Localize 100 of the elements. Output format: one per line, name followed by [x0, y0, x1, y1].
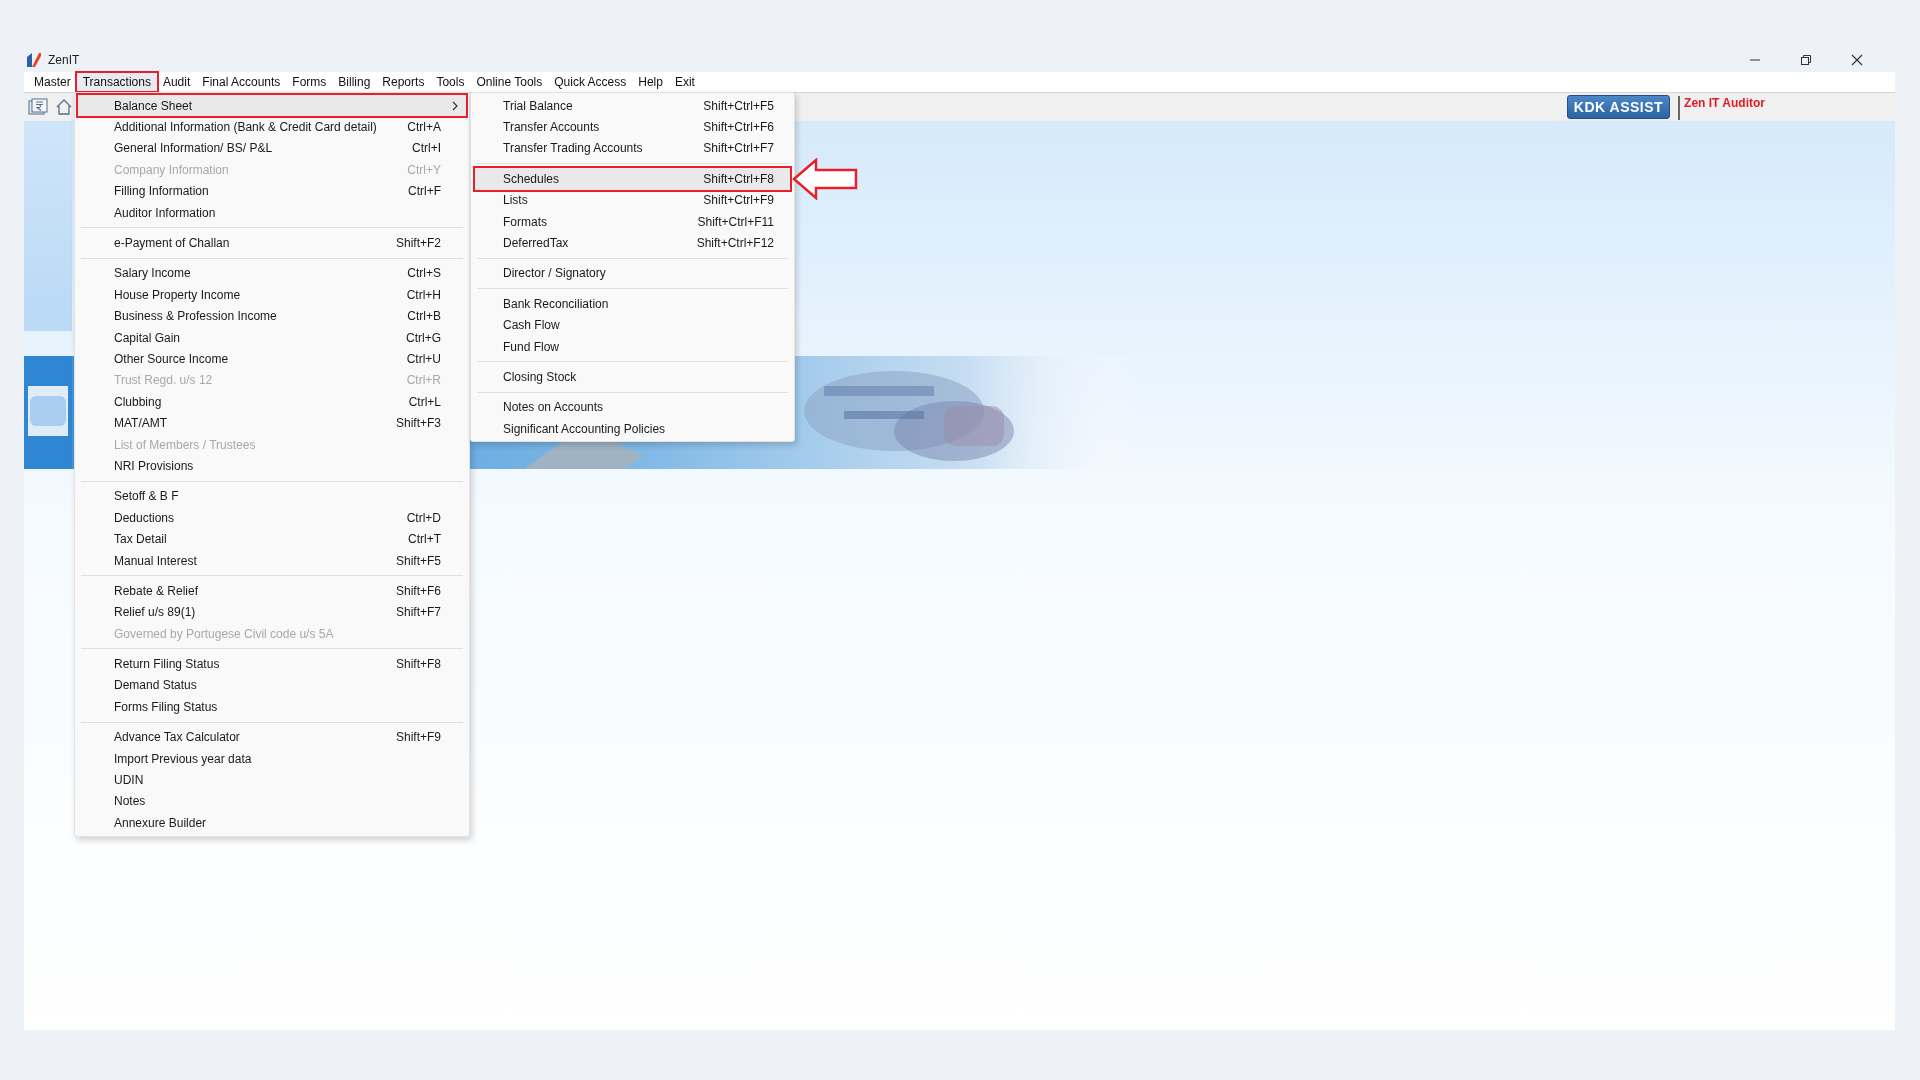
menu-bar-item[interactable]: Help: [632, 73, 669, 91]
menu-item-label: Balance Sheet: [114, 98, 193, 113]
shortcut-label: Ctrl+R: [406, 373, 441, 388]
menu-item[interactable]: House Property Income Ctrl+H: [78, 284, 466, 306]
menu-item[interactable]: Annexure Builder: [78, 812, 466, 834]
menu-item-label: Manual Interest: [114, 553, 197, 568]
menu-item[interactable]: e-Payment of Challan Shift+F2: [78, 232, 466, 254]
menu-item[interactable]: Salary Income Ctrl+S: [78, 262, 466, 285]
menu-item[interactable]: Significant Accounting Policies: [475, 418, 790, 440]
menu-item[interactable]: Transfer Accounts Shift+Ctrl+F6: [475, 116, 790, 138]
menu-item[interactable]: Tax Detail Ctrl+T: [78, 528, 466, 550]
menu-item-label: List of Members / Trustees: [114, 437, 256, 452]
menu-item[interactable]: Closing Stock: [475, 366, 790, 388]
menu-item[interactable]: Forms Filing Status: [78, 696, 466, 718]
menu-item[interactable]: Setoff & B F: [78, 485, 466, 508]
shortcut-label: Shift+Ctrl+F12: [696, 236, 774, 251]
menu-item[interactable]: Deductions Ctrl+D: [78, 507, 466, 529]
menu-item[interactable]: General Information/ BS/ P&L Ctrl+I: [78, 137, 466, 160]
menu-item[interactable]: Notes: [78, 790, 466, 813]
menu-item[interactable]: Import Previous year data: [78, 747, 466, 770]
menu-item[interactable]: Notes on Accounts: [475, 396, 790, 419]
menu-item[interactable]: Director / Signatory: [475, 262, 790, 285]
menu-item[interactable]: Return Filing Status Shift+F8: [78, 653, 466, 675]
menu-item-label: Deductions: [114, 510, 175, 525]
menu-item-label: DeferredTax: [503, 236, 569, 251]
menu-item-label: Relief u/s 89(1): [114, 605, 196, 620]
menu-item[interactable]: Balance Sheet: [78, 95, 466, 117]
menu-item[interactable]: Lists Shift+Ctrl+F9: [475, 189, 790, 211]
menu-item[interactable]: Trial Balance Shift+Ctrl+F5: [475, 95, 790, 117]
menu-bar-item[interactable]: Billing: [332, 73, 377, 91]
menu-item-label: Notes: [114, 794, 146, 809]
menu-item-label: Other Source Income: [114, 352, 229, 366]
shortcut-label: Shift+F3: [395, 416, 441, 431]
menu-item-label: NRI Provisions: [114, 458, 194, 473]
menu-item-label: Clubbing: [114, 394, 162, 409]
menu-item[interactable]: Advance Tax Calculator Shift+F9: [78, 726, 466, 748]
menu-item[interactable]: DeferredTax Shift+Ctrl+F12: [475, 232, 790, 254]
menu-item[interactable]: MAT/AMT Shift+F3: [78, 412, 466, 434]
menu-item-label: Director / Signatory: [503, 266, 606, 281]
shortcut-label: Ctrl+S: [407, 266, 441, 281]
menu-item[interactable]: Clubbing Ctrl+L: [78, 391, 466, 413]
menu-item[interactable]: Capital Gain Ctrl+G: [78, 326, 466, 349]
shortcut-label: Ctrl+G: [406, 330, 441, 345]
menu-item[interactable]: UDIN: [78, 769, 466, 791]
menu-bar-item[interactable]: Reports: [376, 73, 431, 91]
menu-item-label: Rebate & Relief: [114, 583, 199, 598]
shortcut-label: Shift+F6: [395, 583, 441, 598]
shortcut-label: Shift+Ctrl+F5: [703, 98, 774, 113]
menu-item[interactable]: Rebate & Relief Shift+F6: [78, 580, 466, 602]
menu-item[interactable]: Auditor Information: [78, 201, 466, 224]
menu-bar-item[interactable]: Forms: [286, 73, 333, 91]
menu-bar-item[interactable]: Quick Access: [548, 73, 633, 91]
menu-item[interactable]: NRI Provisions: [78, 455, 466, 477]
shortcut-label: Shift+F2: [395, 236, 441, 251]
currency-document-icon[interactable]: [28, 98, 48, 116]
shortcut-label: Ctrl+L: [408, 394, 441, 409]
menu-item[interactable]: Fund Flow: [475, 335, 790, 358]
menu-item[interactable]: Cash Flow: [475, 314, 790, 336]
shortcut-label: Ctrl+D: [406, 510, 441, 525]
menu-item[interactable]: Other Source Income Ctrl+U: [78, 348, 466, 370]
menu-bar-item[interactable]: Audit: [156, 73, 197, 91]
menu-item[interactable]: Bank Reconciliation: [475, 293, 790, 315]
menu-item-label: Import Previous year data: [114, 751, 252, 766]
close-icon[interactable]: [1851, 54, 1863, 66]
menu-item[interactable]: Additional Information (Bank & Credit Card detail) Ctrl+A: [78, 116, 466, 138]
home-icon[interactable]: [56, 98, 72, 116]
menu-item-label: House Property Income: [114, 287, 241, 302]
menu-bar-item[interactable]: Final Accounts: [196, 73, 287, 91]
menu-item[interactable]: Demand Status: [78, 674, 466, 697]
menu-item-label: Advance Tax Calculator: [114, 730, 240, 745]
menu-item-label: Notes on Accounts: [503, 400, 604, 415]
shortcut-label: Shift+Ctrl+F11: [697, 214, 774, 229]
menu-bar-item[interactable]: Exit: [668, 73, 701, 91]
menu-item[interactable]: Formats Shift+Ctrl+F11: [475, 210, 790, 233]
menu-item-label: Schedules: [503, 171, 560, 186]
menu-bar-item[interactable]: Master: [28, 73, 77, 91]
shortcut-label: Ctrl+B: [407, 309, 441, 324]
menu-item-label: Business & Profession Income: [114, 309, 277, 324]
menu-item-label: e-Payment of Challan: [114, 236, 230, 251]
menu-item-label: Capital Gain: [114, 330, 181, 345]
shortcut-label: Ctrl+A: [407, 120, 441, 135]
menu-item-label: Additional Information (Bank & Credit Card detail): [114, 120, 377, 135]
menu-item[interactable]: Manual Interest Shift+F5: [78, 549, 466, 572]
shortcut-label: Shift+F9: [395, 730, 441, 745]
menu-bar-item[interactable]: Online Tools: [470, 73, 549, 91]
shortcut-label: Ctrl+Y: [407, 162, 441, 177]
menu-item[interactable]: Transfer Trading Accounts Shift+Ctrl+F7: [475, 137, 790, 160]
menu-item[interactable]: Filling Information Ctrl+F: [78, 180, 466, 202]
menu-bar-item[interactable]: Tools: [430, 73, 471, 91]
menu-item[interactable]: Relief u/s 89(1) Shift+F7: [78, 601, 466, 623]
menu-item[interactable]: Business & Profession Income Ctrl+B: [78, 305, 466, 327]
assist-button[interactable]: KDK ASSIST: [1566, 95, 1671, 119]
menu-item-label: Setoff & B F: [114, 489, 179, 504]
shortcut-label: Ctrl+F: [408, 184, 441, 199]
menu-bar-item[interactable]: Transactions: [76, 73, 157, 91]
menu-item-label: Salary Income: [114, 266, 191, 281]
shortcut-label: Shift+Ctrl+F9: [703, 193, 774, 208]
shortcut-label: Shift+Ctrl+F6: [703, 120, 774, 135]
restore-icon[interactable]: [1800, 54, 1812, 66]
shortcut-label: Shift+F8: [395, 657, 441, 672]
